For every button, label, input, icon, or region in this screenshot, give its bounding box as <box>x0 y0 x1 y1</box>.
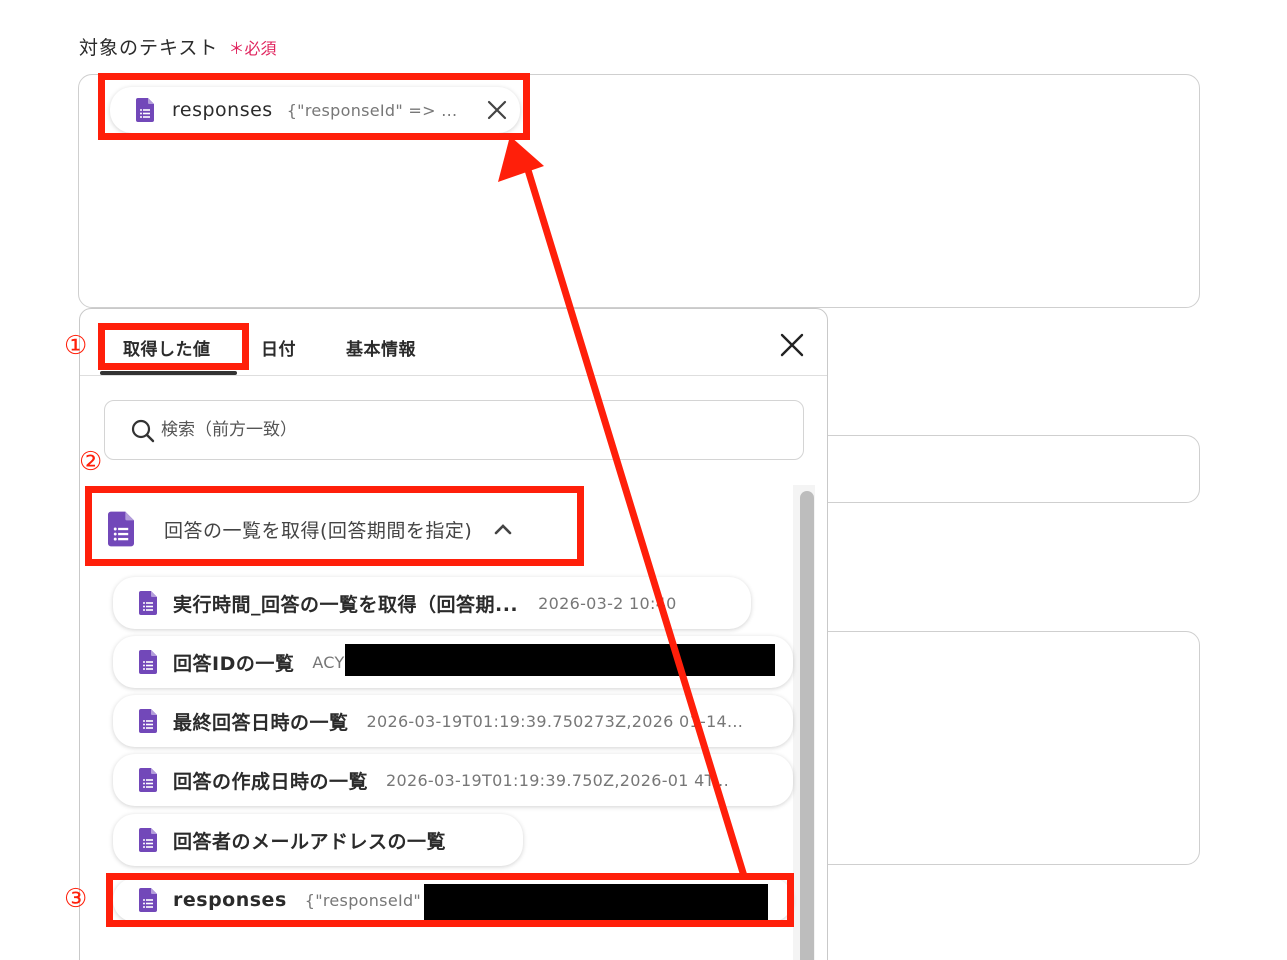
tab-basic-info[interactable]: 基本情報 <box>346 335 416 360</box>
list-item[interactable]: 回答の作成日時の一覧 2026-03-19T01:19:39.750Z,2026… <box>113 754 793 806</box>
annotation-box-group <box>85 486 584 566</box>
annotation-box-selected-chip <box>98 73 530 140</box>
google-forms-icon <box>139 650 157 674</box>
annotation-box-tab <box>98 323 249 370</box>
list-item-value: 2026-03-19T01:19:39.750Z,2026-01 4T... <box>386 770 729 790</box>
list-item-value: 2026-03-2 10:40 <box>538 593 677 613</box>
step-number-2: ② <box>79 447 103 477</box>
annotation-box-responses <box>106 873 794 927</box>
list-item-value: ACY <box>312 652 345 672</box>
close-icon[interactable] <box>780 333 804 357</box>
tab-date[interactable]: 日付 <box>261 335 296 360</box>
list-item[interactable]: 回答者のメールアドレスの一覧 <box>113 814 523 866</box>
active-tab-indicator <box>100 371 237 375</box>
search-input[interactable] <box>161 415 761 445</box>
list-item-name: 回答IDの一覧 <box>173 652 295 675</box>
field-label: 対象のテキスト ＊必須 <box>79 33 276 60</box>
google-forms-icon <box>139 768 157 792</box>
background-input-field[interactable] <box>800 435 1200 503</box>
step-number-3: ③ <box>64 884 88 914</box>
search-box <box>104 400 804 460</box>
search-icon <box>131 419 155 443</box>
list-item[interactable]: 最終回答日時の一覧 2026-03-19T01:19:39.750273Z,20… <box>113 695 793 747</box>
list-item-name: 回答の作成日時の一覧 <box>173 770 369 793</box>
list-item-name: 実行時間_回答の一覧を取得（回答期... <box>173 593 519 616</box>
list-item-name: 最終回答日時の一覧 <box>173 711 349 734</box>
scrollbar-thumb[interactable] <box>800 491 814 960</box>
list-item[interactable]: 実行時間_回答の一覧を取得（回答期... 2026-03-2 10:40 <box>113 577 751 629</box>
google-forms-icon <box>139 591 157 615</box>
step-number-1: ① <box>64 331 88 361</box>
google-forms-icon <box>139 709 157 733</box>
field-label-text: 対象のテキスト <box>79 37 219 59</box>
list-item-value: 2026-03-19T01:19:39.750273Z,2026 01-14..… <box>366 711 744 731</box>
list-item-name: 回答者のメールアドレスの一覧 <box>173 830 447 853</box>
redaction-bar <box>345 644 775 676</box>
background-textarea-field[interactable] <box>800 631 1200 865</box>
google-forms-icon <box>139 828 157 852</box>
required-badge: ＊必須 <box>228 39 277 58</box>
